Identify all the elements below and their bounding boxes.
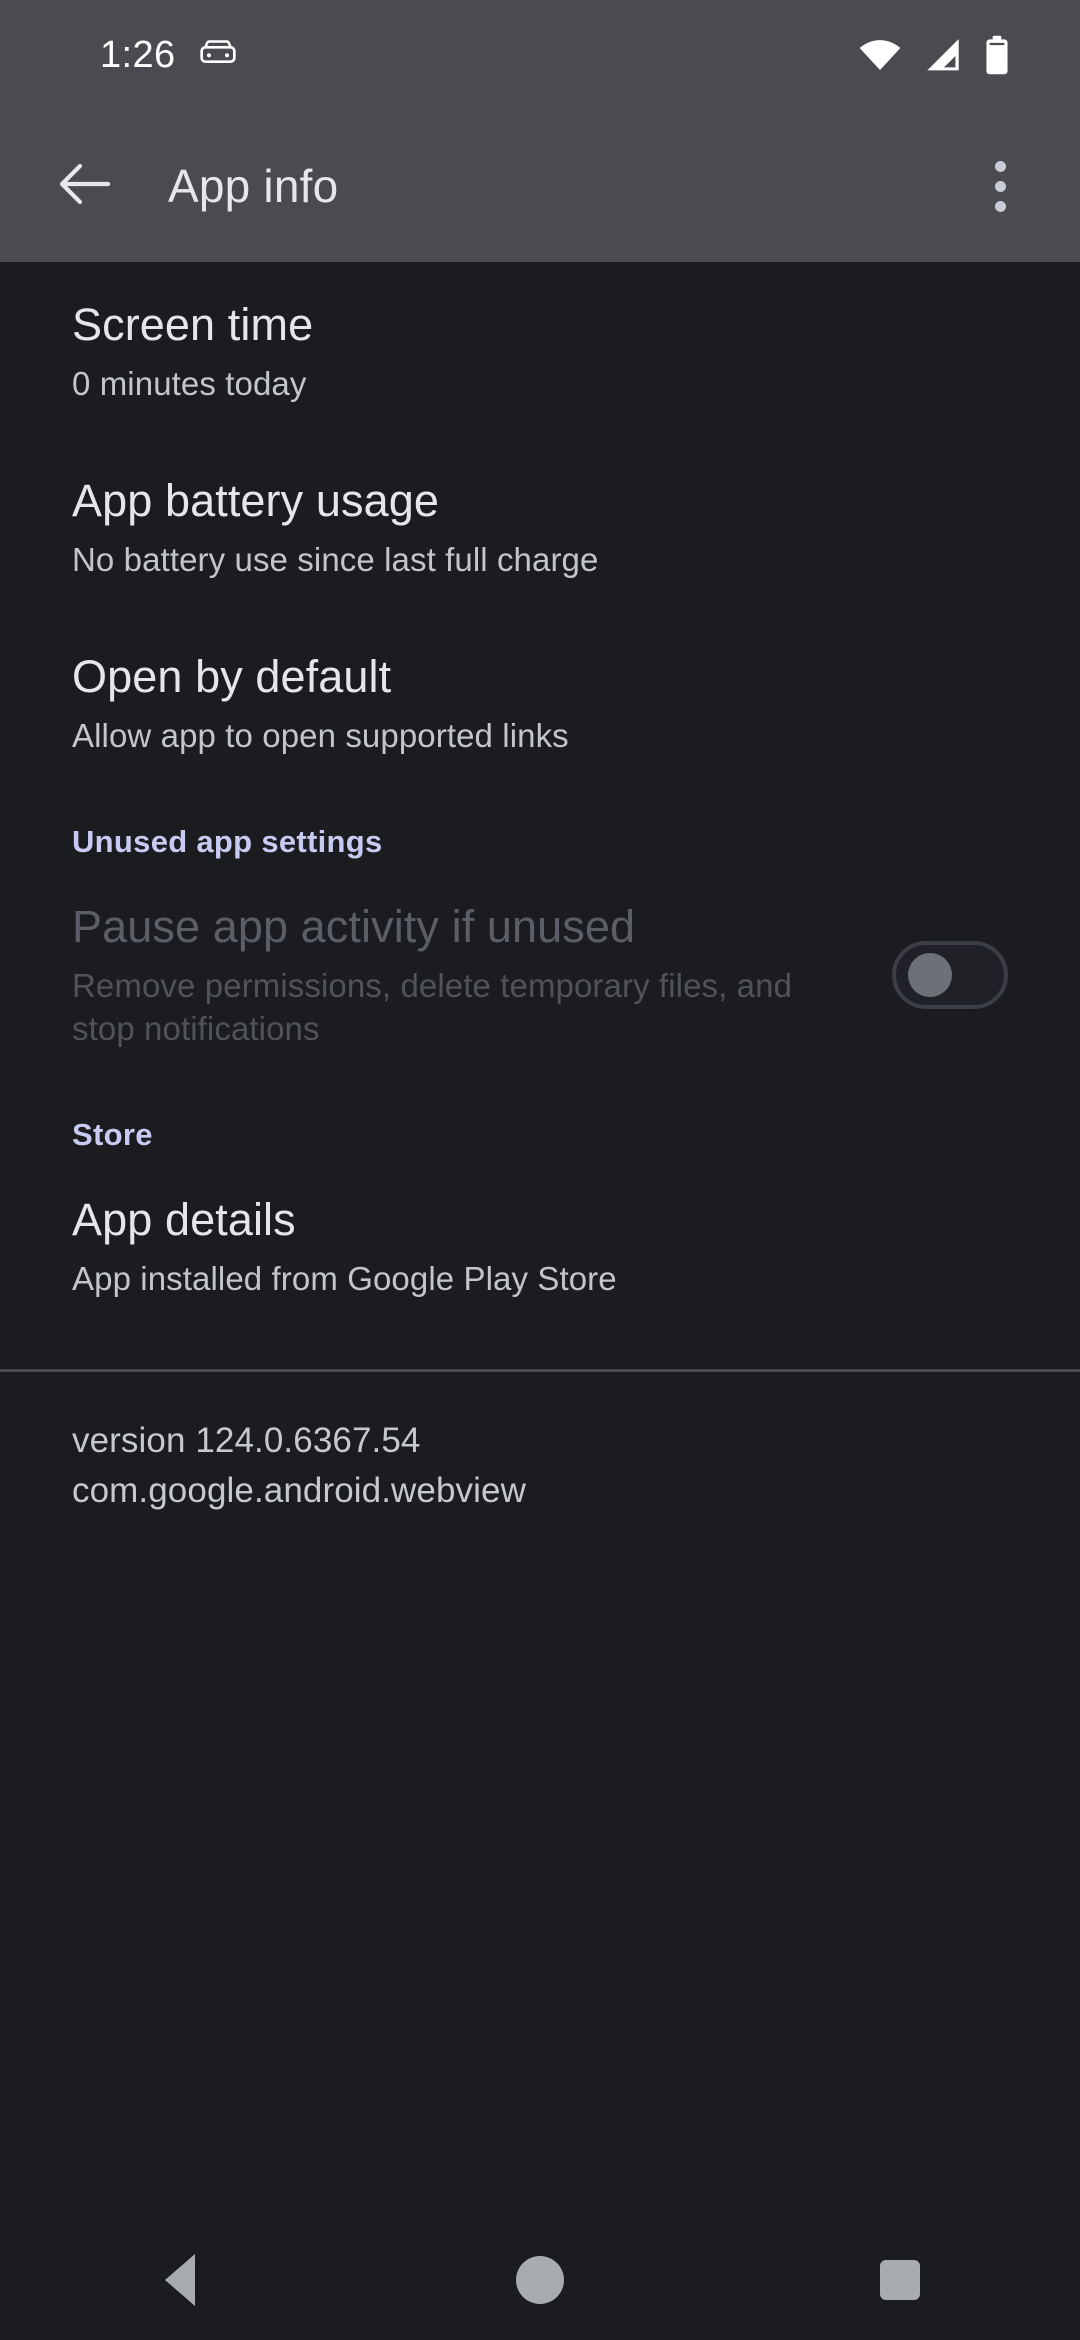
car-icon — [198, 40, 238, 70]
app-version-footer: version 124.0.6367.54 com.google.android… — [0, 1372, 1080, 1515]
arrow-back-icon — [58, 162, 111, 211]
status-bar-left: 1:26 — [0, 34, 238, 77]
pref-texts: Pause app activity if unused Remove perm… — [72, 900, 862, 1051]
pref-texts: App battery usage No battery use since l… — [72, 474, 1008, 582]
more-vert-icon-dot — [994, 180, 1006, 192]
pref-pause-app-activity-if-unused: Pause app activity if unused Remove perm… — [0, 864, 1080, 1083]
status-bar: 1:26 — [0, 0, 1080, 110]
wifi-icon — [858, 38, 902, 72]
pref-title: App details — [72, 1193, 296, 1245]
status-clock: 1:26 — [100, 33, 176, 76]
nav-recents-button[interactable] — [825, 2220, 975, 2340]
pref-title: Open by default — [72, 650, 392, 702]
pref-summary: 0 minutes today — [72, 365, 307, 403]
pref-texts: Open by default Allow app to open suppor… — [72, 650, 1008, 758]
overflow-menu-button[interactable] — [960, 146, 1040, 226]
nav-recents-icon — [880, 2260, 920, 2300]
pref-texts: Screen time 0 minutes today — [72, 298, 1008, 406]
toggle-thumb — [908, 953, 952, 998]
cell-signal-icon — [922, 37, 964, 73]
more-vert-icon-dot — [994, 200, 1006, 212]
nav-back-icon — [165, 2254, 195, 2306]
app-package-text: com.google.android.webview — [72, 1470, 526, 1510]
back-button[interactable] — [42, 144, 126, 228]
nav-home-icon — [516, 2256, 564, 2304]
section-header-unused-app-settings: Unused app settings — [72, 823, 383, 859]
pref-screen-time[interactable]: Screen time 0 minutes today — [0, 262, 1080, 438]
pref-summary: App installed from Google Play Store — [72, 1259, 617, 1297]
pause-app-activity-toggle[interactable] — [892, 941, 1008, 1010]
pref-open-by-default[interactable]: Open by default Allow app to open suppor… — [0, 614, 1080, 790]
pref-texts: App details App installed from Google Pl… — [72, 1193, 1008, 1301]
app-info-screen: 1:26 App info Screen time 0 minutes toda… — [0, 0, 1080, 2340]
pref-app-battery-usage[interactable]: App battery usage No battery use since l… — [0, 438, 1080, 614]
settings-content: Screen time 0 minutes today App battery … — [0, 262, 1080, 2340]
pref-title: Screen time — [72, 299, 314, 350]
pref-title: App battery usage — [72, 474, 439, 526]
pref-summary: Remove permissions, delete temporary fil… — [72, 967, 793, 1047]
more-vert-icon-dot — [994, 160, 1006, 172]
pref-summary: No battery use since last full charge — [72, 541, 599, 579]
page-title: App info — [168, 160, 339, 212]
status-bar-right — [858, 35, 1040, 75]
nav-home-button[interactable] — [465, 2220, 615, 2340]
pref-summary: Allow app to open supported links — [72, 717, 569, 755]
section-header-store: Store — [72, 1116, 153, 1152]
navigation-bar — [0, 2220, 1080, 2340]
pref-app-details[interactable]: App details App installed from Google Pl… — [0, 1157, 1080, 1333]
battery-icon — [984, 35, 1010, 75]
app-version-text: version 124.0.6367.54 — [72, 1420, 421, 1460]
nav-back-button[interactable] — [105, 2220, 255, 2340]
app-bar: App info — [0, 110, 1080, 262]
pref-title: Pause app activity if unused — [72, 900, 636, 952]
